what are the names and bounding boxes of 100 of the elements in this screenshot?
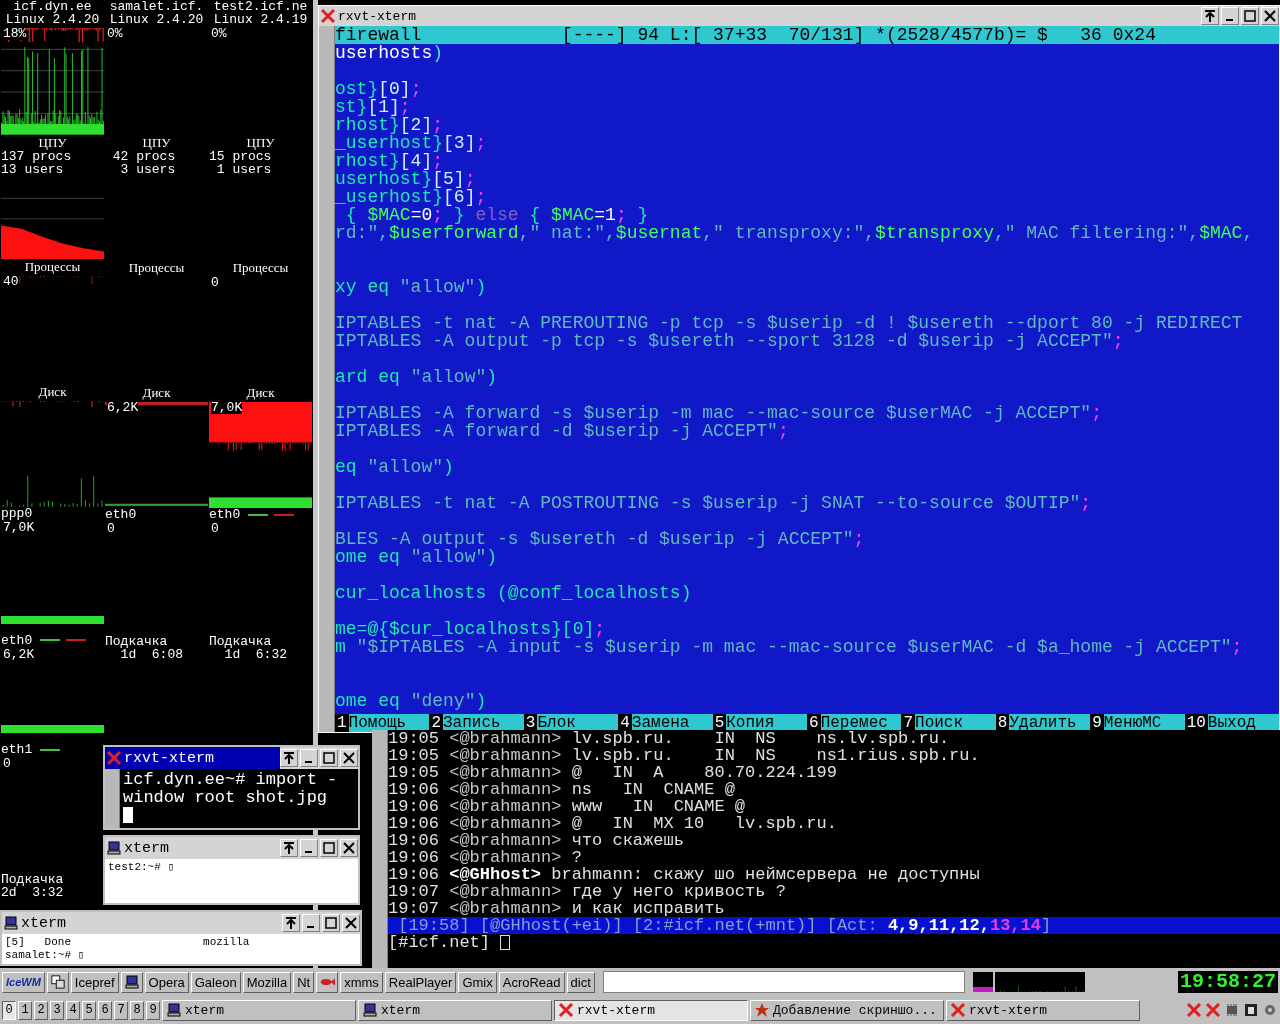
fish-launcher[interactable] — [316, 971, 339, 993]
launcher-button[interactable]: Mozilla — [242, 971, 292, 993]
title-bar[interactable]: rxvt-xterm — [319, 6, 1279, 26]
start-button[interactable]: IceWM — [2, 971, 45, 993]
pin-icon[interactable] — [280, 839, 298, 857]
pin-icon[interactable] — [282, 914, 300, 932]
scrollbar[interactable] — [319, 26, 335, 732]
chat-input[interactable]: [#icf.net] — [388, 934, 1280, 951]
chat-line: 19:05 <@brahmann> lv.spb.ru. IN NS ns1.rius.spb.ru. — [388, 747, 981, 764]
x-logo-icon — [558, 1003, 574, 1017]
code-line: _userhost}[3]; — [335, 134, 488, 152]
x-logo-icon[interactable] — [1205, 1003, 1221, 1017]
code-line: m "$IPTABLES -A input -s $userip -m mac --mac-source $userMAC -d $a_home -j ACCEPT"; — [335, 638, 1244, 656]
workspace-button[interactable]: 7 — [114, 1000, 128, 1020]
minimize-icon[interactable] — [302, 914, 320, 932]
workspace-button[interactable]: 6 — [98, 1000, 112, 1020]
code-line: ost}[0]; — [335, 80, 423, 98]
legend-icon — [40, 639, 87, 642]
meter-reading: 6,2K — [3, 647, 35, 661]
terminal-line: test2:~# ▯ — [108, 861, 175, 874]
workspace-button[interactable]: 1 — [18, 1000, 32, 1020]
cpu-meter-icon — [972, 972, 993, 992]
pin-icon[interactable] — [1201, 7, 1219, 25]
terminal-icon[interactable] — [1243, 1003, 1259, 1017]
meter-label: Процессы — [128, 260, 185, 275]
workspace-button[interactable]: 3 — [50, 1000, 64, 1020]
x-logo-icon — [107, 751, 121, 765]
code-line: rhost}[2]; — [335, 116, 445, 134]
code-line: cur_localhosts (@conf_localhosts) — [335, 584, 693, 602]
launcher-button[interactable]: xmms — [340, 971, 383, 993]
close-icon[interactable] — [340, 839, 358, 857]
task-button[interactable]: rxvt-xterm — [554, 999, 748, 1021]
code-line: rd:",$userforward," nat:",$usernat," transproxy:",$transproxy," MAC filtering:",$MAC, — [335, 224, 1255, 242]
monitor-icon — [123, 975, 140, 989]
chat-line: 19:07 <@brahmann> где у него кривость ? — [388, 883, 787, 900]
launcher-button[interactable]: Opera — [144, 971, 189, 993]
process-count: 137 procs — [1, 149, 73, 163]
terminal-launcher[interactable] — [120, 971, 143, 993]
code-line: ome eq "deny") — [335, 692, 488, 710]
meter-label: Подкачка — [209, 635, 273, 648]
workspace-button[interactable]: 8 — [130, 1000, 144, 1020]
meter-label: Диск — [246, 385, 275, 400]
title-bar[interactable]: rxvt-xterm — [105, 747, 358, 769]
launcher-button[interactable]: Galeon — [190, 971, 241, 993]
x-logo-icon[interactable] — [1186, 1003, 1202, 1017]
monitor-icon — [107, 841, 121, 855]
minimize-icon[interactable] — [1221, 7, 1239, 25]
user-count: 13 users — [1, 162, 64, 176]
minimize-icon[interactable] — [300, 749, 318, 767]
kernel-version: Linux 2.4.20 — [109, 13, 204, 26]
minimize-icon[interactable] — [300, 839, 318, 857]
window-title: rxvt-xterm — [124, 749, 215, 767]
pin-icon[interactable] — [280, 749, 298, 767]
scrollbar[interactable] — [372, 730, 388, 968]
host-name: samalet.icf. — [109, 0, 204, 13]
terminal-line: samalet:~# ▯ — [5, 949, 86, 962]
launcher-button[interactable]: Icepref — [70, 971, 119, 993]
kernel-version: Linux 2.4.19 — [213, 13, 308, 26]
interface-label: eth0 — [209, 508, 241, 521]
window-list-button[interactable] — [46, 971, 69, 993]
command-field[interactable] — [602, 971, 965, 993]
title-bar[interactable]: xterm — [2, 912, 360, 934]
launcher-button[interactable]: Nt — [293, 971, 315, 993]
workspace-button[interactable]: 4 — [66, 1000, 80, 1020]
chip-icon[interactable] — [1224, 1003, 1240, 1017]
code-line: BLES -A output -s $usereth -d $userip -j ACCEPT"; — [335, 530, 866, 548]
launcher-button[interactable]: RealPlayer — [384, 971, 457, 993]
workspace-button[interactable]: 5 — [82, 1000, 96, 1020]
code-line: rhost}[4]; — [335, 152, 444, 170]
close-icon[interactable] — [342, 914, 360, 932]
launcher-button[interactable]: dict — [566, 971, 595, 993]
monitor-icon — [362, 1003, 378, 1017]
scrollbar[interactable] — [105, 769, 120, 828]
kernel-version: Linux 2.4.20 — [5, 13, 100, 26]
maximize-icon[interactable] — [1241, 7, 1259, 25]
task-button[interactable]: rxvt-xterm — [946, 999, 1140, 1021]
close-icon[interactable] — [340, 749, 358, 767]
task-button[interactable]: xterm — [358, 999, 552, 1021]
workspace-button[interactable]: 2 — [34, 1000, 48, 1020]
code-line: xy eq "allow") — [335, 278, 488, 296]
workspace-button[interactable]: 0 — [2, 1000, 16, 1020]
task-button[interactable]: Добавление скриншо... — [750, 999, 944, 1021]
launcher-button[interactable]: AcroRead — [498, 971, 565, 993]
launcher-button[interactable]: Gmix — [458, 971, 497, 993]
x-logo-icon — [321, 9, 335, 23]
close-icon[interactable] — [1261, 7, 1279, 25]
title-bar[interactable]: xterm — [105, 837, 358, 859]
task-button[interactable]: xterm — [162, 999, 356, 1021]
maximize-icon[interactable] — [322, 914, 340, 932]
maximize-icon[interactable] — [320, 749, 338, 767]
x-logo-icon — [950, 1003, 966, 1017]
code-line: { $MAC=0; } else { $MAC=1; } — [345, 206, 649, 224]
workspace-button[interactable]: 9 — [146, 1000, 160, 1020]
chat-line: 19:07 <@brahmann> и как исправить — [388, 900, 726, 917]
chat-line: 19:06 <@brahmann> ? — [388, 849, 583, 866]
interface-label: eth0 — [1, 633, 33, 647]
chat-line: 19:06 <@brahmann> ns IN CNAME @ — [388, 781, 736, 798]
chat-line: 19:06 <@brahmann> что скажешь — [388, 832, 685, 849]
maximize-icon[interactable] — [320, 839, 338, 857]
meter-label: ЦПУ — [142, 135, 171, 150]
